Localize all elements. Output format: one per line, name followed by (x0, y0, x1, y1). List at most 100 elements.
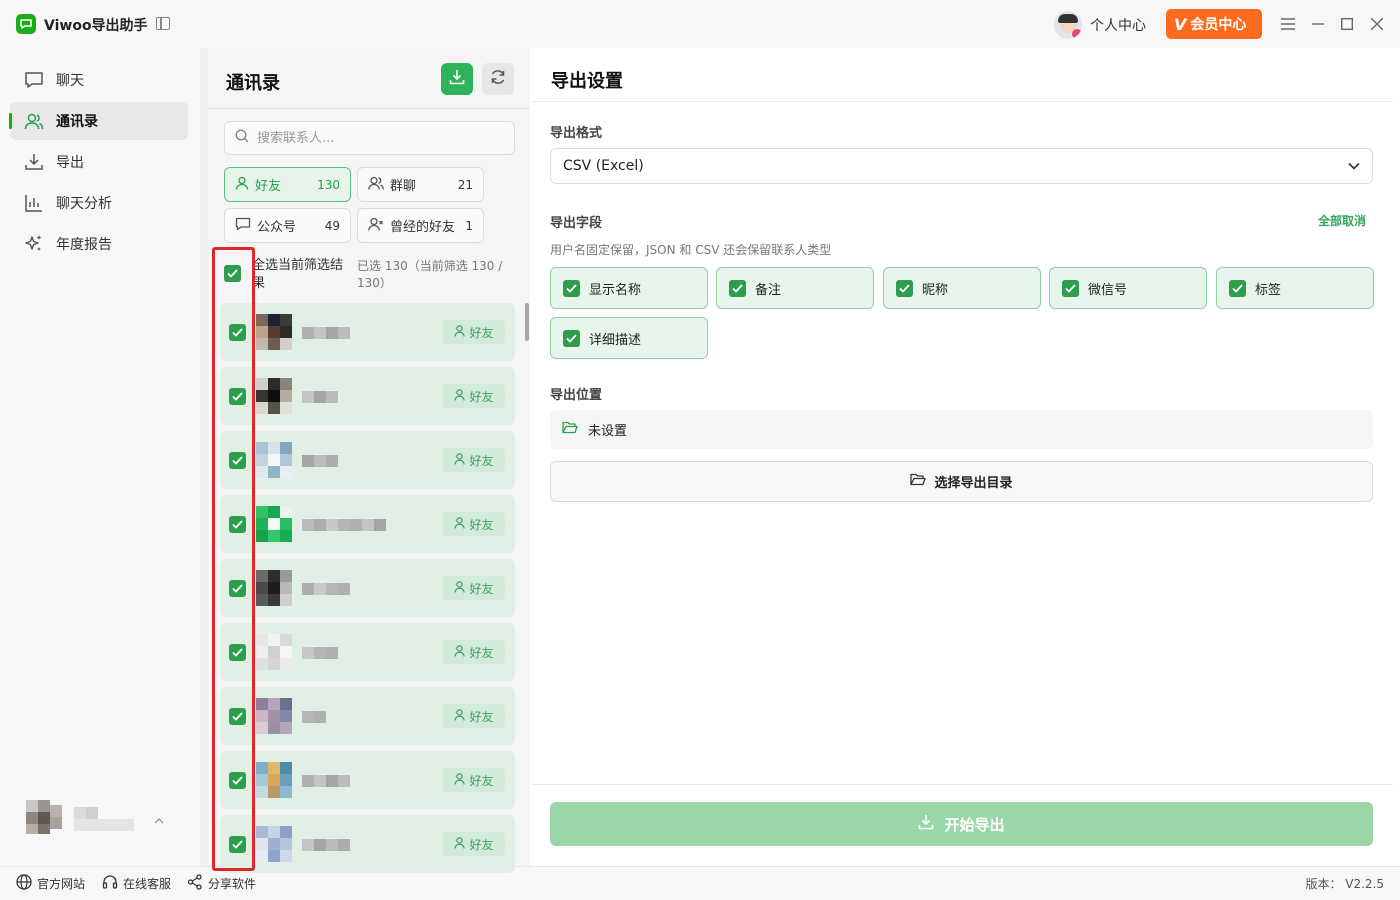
contact-row[interactable]: 好友 (220, 495, 515, 553)
contact-row[interactable]: 好友 (220, 303, 515, 361)
minimize-icon[interactable] (1308, 14, 1328, 34)
folder-open-icon (562, 421, 578, 438)
person-icon (454, 324, 466, 340)
download-icon (918, 814, 934, 834)
friend-tag: 好友 (443, 768, 505, 792)
filter-former-friends[interactable]: 曾经的好友 1 (357, 208, 484, 243)
export-field-option[interactable]: 标签 (1216, 267, 1374, 309)
field-checkbox[interactable] (1229, 279, 1246, 297)
export-field-option[interactable]: 备注 (716, 267, 874, 309)
friend-tag-label: 好友 (469, 389, 494, 404)
chat-icon (24, 70, 44, 90)
footer-link-label: 在线客服 (123, 877, 172, 891)
field-checkbox[interactable] (1062, 279, 1079, 297)
contact-name-blurred (302, 839, 350, 851)
field-checkbox[interactable] (563, 279, 580, 297)
contact-avatar (256, 634, 292, 670)
contacts-icon (24, 111, 44, 131)
vip-center-button[interactable]: V 会员中心 (1166, 9, 1262, 39)
selection-status: 已选 130（当前筛选 130 / 130） (357, 259, 503, 290)
friend-tag: 好友 (443, 640, 505, 664)
person-icon (454, 772, 466, 788)
person-icon (454, 580, 466, 596)
personal-center-link[interactable]: 个人中心 (1090, 15, 1146, 35)
footer-link-label: 分享软件 (208, 877, 257, 891)
sidebar-item-contacts[interactable]: 通讯录 (9, 102, 188, 140)
select-all-label[interactable]: 全选当前筛选结果 (252, 257, 348, 293)
sidebar-item-chat[interactable]: 聊天 (10, 61, 188, 99)
export-contacts-button[interactable] (441, 63, 473, 95)
app-title: Viwoo导出助手 (44, 18, 148, 34)
sidebar-item-chat-analysis[interactable]: 聊天分析 (10, 184, 188, 222)
field-label: 备注 (755, 282, 782, 298)
contact-row[interactable]: 好友 (220, 431, 515, 489)
chevron-down-icon (1348, 158, 1360, 174)
choose-directory-label: 选择导出目录 (934, 476, 1013, 491)
filter-friends[interactable]: 好友 130 (224, 167, 351, 202)
filter-count: 49 (324, 218, 340, 233)
friend-tag: 好友 (443, 832, 505, 856)
person-icon (454, 708, 466, 724)
sidebar-item-annual-report[interactable]: 年度报告 (10, 225, 188, 263)
download-icon (449, 69, 465, 89)
refresh-button[interactable] (482, 63, 514, 95)
export-field-option[interactable]: 详细描述 (550, 317, 708, 359)
filter-label: 群聊 (390, 179, 417, 194)
contact-row[interactable]: 好友 (220, 751, 515, 809)
contact-avatar (256, 762, 292, 798)
person-icon (454, 388, 466, 404)
start-export-button[interactable]: 开始导出 (550, 802, 1373, 846)
filter-official-accounts[interactable]: 公众号 49 (224, 208, 351, 243)
message-icon (235, 217, 251, 235)
friend-tag-label: 好友 (469, 709, 494, 724)
chevron-up-icon[interactable] (154, 813, 164, 827)
deselect-all-link[interactable]: 全部取消 (1318, 212, 1366, 229)
contact-search-box[interactable] (224, 121, 515, 155)
contact-name-blurred (302, 647, 338, 659)
filter-label: 好友 (255, 179, 282, 194)
contact-row[interactable]: 好友 (220, 687, 515, 745)
export-format-select[interactable]: CSV (Excel) (550, 148, 1373, 184)
maximize-icon[interactable] (1337, 14, 1357, 34)
checkbox-column-highlight (212, 247, 255, 871)
export-field-option[interactable]: 显示名称 (550, 267, 708, 309)
official-website-link[interactable]: 官方网站 (16, 874, 85, 893)
app-logo-icon (16, 14, 36, 34)
contact-name-blurred (302, 775, 350, 787)
contact-row[interactable]: 好友 (220, 559, 515, 617)
folder-open-icon (910, 473, 927, 490)
friend-tag-label: 好友 (469, 773, 494, 788)
divider (531, 784, 1393, 785)
bar-chart-icon (24, 193, 44, 213)
contact-row[interactable]: 好友 (220, 815, 515, 873)
contact-row[interactable]: 好友 (220, 367, 515, 425)
user-avatar[interactable] (1054, 11, 1082, 39)
field-checkbox[interactable] (563, 329, 580, 347)
version-label: 版本： V2.2.5 (1305, 877, 1384, 891)
contacts-title: 通讯录 (226, 73, 280, 94)
search-icon (235, 129, 249, 147)
close-icon[interactable] (1367, 14, 1387, 34)
choose-export-directory-button[interactable]: 选择导出目录 (550, 461, 1373, 502)
fields-section-label: 导出字段 (550, 216, 603, 231)
friend-tag: 好友 (443, 512, 505, 536)
export-field-option[interactable]: 昵称 (883, 267, 1041, 309)
menu-icon[interactable] (1278, 14, 1298, 34)
online-support-link[interactable]: 在线客服 (102, 874, 171, 893)
field-checkbox[interactable] (729, 279, 746, 297)
export-field-option[interactable]: 微信号 (1049, 267, 1207, 309)
contact-avatar (256, 826, 292, 862)
contact-list-scrollbar[interactable] (525, 303, 529, 341)
friend-tag: 好友 (443, 384, 505, 408)
sidebar-item-export[interactable]: 导出 (10, 143, 188, 181)
filter-groups[interactable]: 群聊 21 (357, 167, 484, 202)
friend-tag: 好友 (443, 576, 505, 600)
share-software-link[interactable]: 分享软件 (187, 874, 256, 893)
sidebar-item-label: 聊天分析 (56, 196, 112, 212)
contact-row[interactable]: 好友 (220, 623, 515, 681)
sidebar-toggle-icon[interactable] (156, 17, 170, 30)
contact-search-input[interactable] (257, 130, 477, 146)
contact-avatar (256, 570, 292, 606)
field-checkbox[interactable] (896, 279, 913, 297)
user-profile-blurred[interactable] (26, 795, 136, 845)
